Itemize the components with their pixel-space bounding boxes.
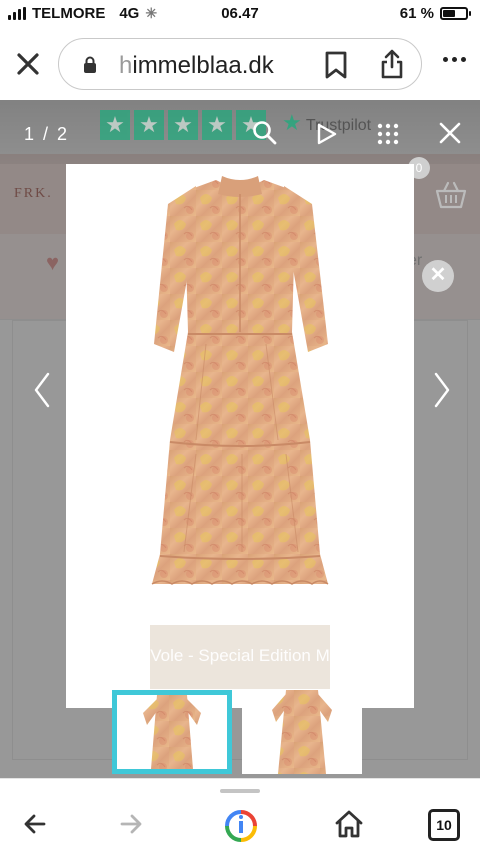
back-arrow-icon[interactable] — [22, 811, 48, 837]
close-gallery-icon[interactable] — [438, 121, 462, 145]
trustpilot-stars: ★ ★ ★ ★ ★ — [100, 110, 266, 140]
url-domain: immelblaa.dk — [132, 52, 274, 79]
drag-handle[interactable] — [220, 789, 260, 793]
image-caption: Vole - Special Edition M — [150, 646, 330, 665]
forward-arrow-icon[interactable] — [118, 811, 144, 837]
zoom-icon[interactable] — [252, 120, 278, 146]
battery-info: 61 % — [399, 5, 471, 22]
thumbnail-1[interactable] — [112, 690, 232, 774]
browser-toolbar: himmelblaa.dk — [0, 28, 480, 100]
address-bar[interactable]: himmelblaa.dk — [58, 38, 422, 90]
image-gallery-overlay: ★ ★ ★ ★ ★ ★ Trustpilot 1 / 2 0 ✕ Vole - … — [0, 100, 480, 778]
browser-bottom-bar: 10 — [0, 778, 480, 854]
close-icon[interactable] — [14, 50, 42, 78]
image-counter: 1 / 2 — [24, 124, 70, 144]
battery-percent: 61 % — [399, 5, 434, 22]
status-bar: TELMORE 4G ✳ 06.47 61 % — [0, 0, 480, 28]
thumbnail-strip — [112, 690, 372, 774]
home-icon[interactable] — [334, 809, 364, 839]
thumbnail-2[interactable] — [242, 690, 362, 774]
chevron-left-icon[interactable] — [30, 370, 54, 410]
google-lens-icon[interactable] — [224, 809, 258, 843]
play-icon[interactable] — [316, 122, 338, 146]
share-icon[interactable] — [379, 48, 405, 80]
dismiss-icon[interactable]: ✕ — [422, 260, 454, 292]
chevron-right-icon[interactable] — [430, 370, 454, 410]
grid-icon[interactable] — [376, 122, 400, 146]
basket-icon[interactable] — [434, 180, 468, 210]
url-prefix: h — [119, 52, 133, 79]
bookmark-icon[interactable] — [323, 50, 349, 80]
tabs-icon[interactable]: 10 — [428, 809, 460, 841]
lock-icon — [84, 56, 96, 73]
url-text: himmelblaa.dk — [119, 52, 274, 80]
more-icon[interactable] — [443, 57, 466, 62]
battery-icon — [440, 7, 471, 20]
